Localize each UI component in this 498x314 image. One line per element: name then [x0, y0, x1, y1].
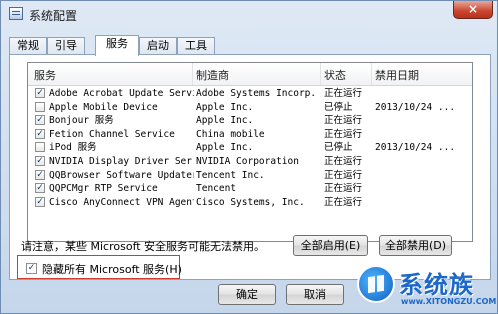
hide-microsoft-services-checkbox[interactable]: ✓: [26, 263, 37, 274]
window-title: 系统配置: [29, 9, 78, 23]
manufacturer-cell: China mobile: [196, 128, 265, 140]
status-cell: 正在运行: [324, 196, 363, 208]
service-checkbox[interactable]: ✓: [35, 156, 45, 166]
tab-boot[interactable]: 引导: [47, 37, 85, 54]
cancel-button[interactable]: 取消: [286, 284, 344, 305]
status-cell: 正在运行: [324, 88, 363, 99]
column-header-disabled-date[interactable]: 禁用日期: [375, 67, 419, 83]
services-panel: 服务 制造商 状态 禁用日期 ✓ Adobe Acrobat Update Ser…: [9, 54, 491, 280]
manufacturer-cell: NVIDIA Corporation: [196, 156, 299, 167]
service-name-cell: Cisco AnyConnect VPN Agent: [49, 196, 194, 208]
service-checkbox[interactable]: [35, 101, 45, 112]
status-cell: 正在运行: [324, 128, 363, 140]
security-note: 请注意，某些 Microsoft 安全服务可能无法禁用。: [21, 240, 266, 253]
column-header-manufacturer[interactable]: 制造商: [196, 67, 229, 83]
column-divider[interactable]: [320, 63, 321, 85]
hide-microsoft-services-label[interactable]: 隐藏所有 Microsoft 服务(H): [42, 261, 182, 277]
manufacturer-cell: Tencent: [196, 183, 237, 195]
table-row[interactable]: ✓ QQPCMgr RTP Service Tencent 正在运行: [28, 182, 472, 196]
service-checkbox[interactable]: ✓: [35, 128, 45, 139]
service-name-cell: Apple Mobile Device: [49, 101, 158, 113]
watermark-text: 系统族: [399, 271, 474, 299]
system-config-icon: [9, 7, 23, 20]
service-name-cell: QQPCMgr RTP Service: [49, 183, 158, 195]
status-cell: 已停止: [324, 101, 353, 113]
service-checkbox[interactable]: ✓: [35, 88, 45, 98]
service-name-cell: Fetion Channel Service: [49, 128, 175, 140]
manufacturer-cell: Apple Inc.: [196, 115, 254, 127]
service-name-cell: Adobe Acrobat Update Service: [49, 88, 194, 99]
close-button[interactable]: ×: [453, 1, 493, 19]
manufacturer-cell: Apple Inc.: [196, 142, 254, 154]
column-header-service[interactable]: 服务: [34, 67, 56, 83]
table-row[interactable]: Apple Mobile Device Apple Inc. 已停止 2013/10/…: [28, 101, 472, 115]
ok-button[interactable]: 确定: [218, 284, 276, 305]
status-cell: 已停止: [324, 142, 353, 154]
manufacturer-cell: Adobe Systems Incorp...: [196, 88, 318, 99]
table-row[interactable]: ✓ Cisco AnyConnect VPN Agent Cisco Systems…: [28, 196, 472, 210]
tab-general[interactable]: 常规: [9, 37, 47, 54]
status-cell: 正在运行: [324, 183, 363, 195]
service-name-cell: QQBrowser Software Updater: [49, 169, 194, 181]
enable-all-button[interactable]: 全部启用(E): [293, 235, 368, 256]
service-name-cell: iPod 服务: [49, 142, 97, 154]
service-checkbox[interactable]: ✓: [35, 169, 45, 180]
manufacturer-cell: Tencent Inc.: [196, 169, 265, 181]
tab-tools[interactable]: 工具: [177, 37, 215, 54]
services-list[interactable]: 服务 制造商 状态 禁用日期 ✓ Adobe Acrobat Update Ser…: [27, 62, 473, 242]
disabled-date-cell: 2013/10/24 ...: [375, 101, 456, 113]
table-row[interactable]: ✓ Bonjour 服务 Apple Inc. 正在运行: [28, 114, 472, 128]
status-cell: 正在运行: [324, 156, 363, 167]
manufacturer-cell: Apple Inc.: [196, 101, 254, 113]
system-config-window: 系统配置 × 常规 引导 服务 启动 工具 服务 制造商 状态 禁用日期 ✓ Ad…: [0, 0, 498, 314]
service-checkbox[interactable]: ✓: [35, 183, 45, 194]
table-row[interactable]: ✓ NVIDIA Display Driver Ser... NVIDIA Corp…: [28, 155, 472, 169]
service-name-cell: NVIDIA Display Driver Ser...: [49, 156, 194, 167]
tab-startup[interactable]: 启动: [139, 37, 177, 54]
hide-microsoft-services-highlight: ✓ 隐藏所有 Microsoft 服务(H): [17, 255, 182, 279]
list-header: 服务 制造商 状态 禁用日期: [28, 63, 472, 86]
xitongzu-watermark: 系统族 www.XITONGZU.COM: [357, 259, 497, 313]
table-row[interactable]: ✓ Adobe Acrobat Update Service Adobe Syste…: [28, 87, 472, 101]
disabled-date-cell: 2013/10/24 ...: [375, 142, 456, 154]
tab-services[interactable]: 服务: [95, 35, 139, 56]
service-checkbox[interactable]: [35, 142, 45, 153]
column-divider[interactable]: [371, 63, 372, 85]
windows-logo-icon: [357, 265, 395, 303]
status-cell: 正在运行: [324, 115, 363, 127]
service-name-cell: Bonjour 服务: [49, 115, 114, 127]
status-cell: 正在运行: [324, 169, 363, 181]
watermark-url: www.XITONGZU.COM: [401, 297, 497, 306]
service-checkbox[interactable]: ✓: [35, 196, 45, 207]
table-row[interactable]: ✓ Fetion Channel Service China mobile 正在运行: [28, 128, 472, 142]
manufacturer-cell: Cisco Systems, Inc.: [196, 196, 305, 208]
column-divider[interactable]: [192, 63, 193, 85]
table-row[interactable]: ✓ QQBrowser Software Updater Tencent Inc. 正…: [28, 169, 472, 183]
column-header-status[interactable]: 状态: [324, 67, 346, 83]
service-checkbox[interactable]: ✓: [35, 115, 45, 126]
disable-all-button[interactable]: 全部禁用(D): [379, 235, 452, 256]
table-row[interactable]: iPod 服务 Apple Inc. 已停止 2013/10/24 ...: [28, 141, 472, 155]
title-bar[interactable]: 系统配置 ×: [1, 1, 497, 27]
